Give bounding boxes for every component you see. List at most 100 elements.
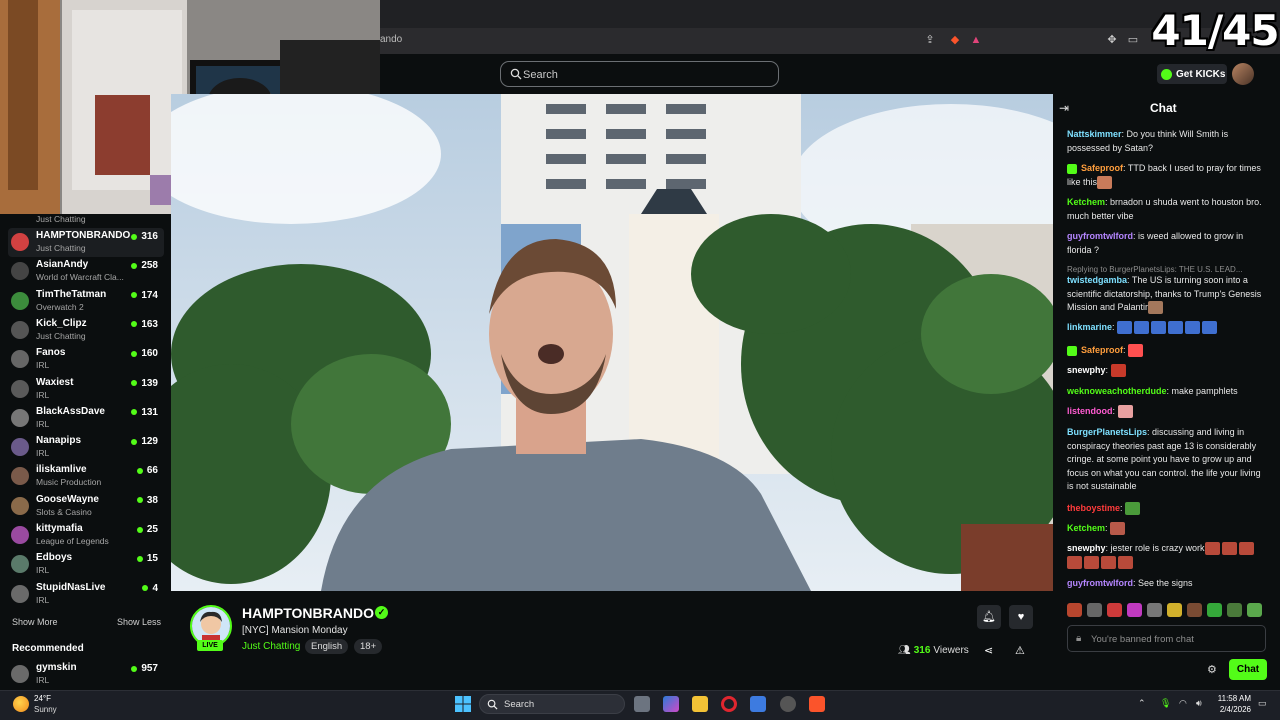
chat-username[interactable]: weknoweachotherdude (1067, 386, 1167, 396)
taskbar-search[interactable]: Search (479, 694, 625, 714)
store-icon[interactable] (750, 696, 766, 712)
sidebar-channel-row[interactable]: BlackAssDave IRL 131 (8, 404, 164, 433)
windows-start-icon[interactable] (455, 696, 471, 712)
chat-username[interactable]: Nattskimmer (1067, 129, 1122, 139)
microphone-icon[interactable]: 🎙︎ (1160, 698, 1171, 709)
viewer-count: 160 (131, 348, 158, 359)
emote-icon[interactable] (1167, 603, 1182, 617)
viewer-count-value: 25 (146, 524, 158, 535)
category-link[interactable]: Just Chatting (242, 641, 300, 652)
viewer-count-value: 38 (146, 494, 158, 506)
live-dot-icon (131, 380, 138, 386)
channel-avatar (11, 555, 29, 574)
sidebar-channel-row[interactable]: Waxiest IRL 139 (8, 375, 164, 404)
channel-category: Just Chatting (36, 330, 86, 341)
viewer-count-value: 316 (913, 645, 931, 656)
sidebar-channel-row[interactable]: HAMPTONBRANDO Just Chatting 316 (8, 228, 164, 257)
video-player[interactable] (171, 94, 1053, 591)
viewer-count: 131 (131, 407, 158, 418)
sidebar-channel-row[interactable]: GooseWayne Slots & Casino 38 (8, 492, 164, 521)
sidebar-channel-row[interactable]: iliskamlive Music Production 66 (8, 462, 164, 491)
wifi-icon[interactable]: ◠ (1179, 698, 1187, 709)
recommended-channel-row[interactable]: gymskin IRL 957 (8, 660, 164, 689)
brave-browser-icon[interactable] (809, 696, 825, 712)
chat-username[interactable]: Ketchem (1067, 523, 1105, 533)
emote-icon[interactable] (1207, 603, 1222, 617)
channel-name: kittymafia (36, 523, 83, 534)
emote-icon[interactable] (1107, 603, 1122, 617)
sidebar-toggle-icon[interactable]: ▭ (1126, 33, 1140, 47)
viewer-count-value: 131 (141, 406, 158, 418)
chat-username[interactable]: Safeproof (1081, 345, 1123, 355)
emote-icon[interactable] (1227, 603, 1242, 617)
live-dot-icon (131, 321, 138, 328)
notification-center-icon[interactable]: ▭ (1258, 698, 1267, 709)
taskbar-search-label: Search (504, 699, 535, 710)
emote-icon[interactable] (1067, 603, 1082, 617)
search-icon (510, 68, 522, 80)
extensions-icon[interactable]: ✥ (1105, 33, 1119, 47)
emote-icon[interactable] (1247, 603, 1262, 617)
sidebar-channel-row[interactable]: Edboys IRL 15 (8, 550, 164, 579)
viewer-count-value: 4 (152, 582, 158, 594)
volume-icon[interactable]: 🔊︎ (1196, 698, 1202, 709)
emote-bar[interactable] (1067, 603, 1267, 617)
chat-username[interactable]: BurgerPlanetsLips (1067, 427, 1147, 437)
chat-input[interactable]: 🔒︎ You're banned from chat (1067, 625, 1266, 652)
chat-username[interactable]: Safeproof (1081, 163, 1123, 173)
channel-name: Fanos (36, 347, 66, 359)
chat-message: Safeproof: (1067, 344, 1267, 358)
sidebar-channel-row[interactable]: Kick_Clipz Just Chatting 163 (8, 316, 164, 345)
emote-icon[interactable] (1147, 603, 1162, 617)
sidebar-channel-row[interactable]: StupidNasLive IRL 4 (8, 580, 164, 609)
notification-button[interactable]: 🔔︎ (977, 605, 1001, 629)
tray-overflow-icon[interactable]: ⌃ (1138, 698, 1146, 709)
sidebar-channel-row[interactable]: kittymafia League of Legends 25 (8, 521, 164, 550)
sidebar-channel-row[interactable]: Nanapips IRL 129 (8, 433, 164, 462)
emote-icon[interactable] (1127, 603, 1142, 617)
task-view-icon[interactable] (634, 696, 650, 712)
emote-icon (1125, 502, 1141, 516)
chat-username[interactable]: twistedgamba (1067, 275, 1127, 285)
chat-username[interactable]: theboystime (1067, 503, 1120, 513)
brave-rewards-icon[interactable]: ▲ (969, 33, 983, 47)
emote-icon[interactable] (1087, 603, 1102, 617)
report-icon[interactable]: ⚠︎ (1015, 644, 1025, 657)
follow-button[interactable]: ♥ (1009, 605, 1033, 629)
tag-language[interactable]: English (305, 639, 349, 654)
show-more-button[interactable]: Show More (12, 617, 58, 627)
tag-age[interactable]: 18+ (354, 639, 383, 654)
copilot-icon[interactable] (663, 696, 679, 712)
sidebar-channel-row[interactable]: TimTheTatman Overwatch 2 174 (8, 287, 164, 316)
chat-send-button[interactable]: Chat (1229, 659, 1267, 680)
get-kicks-button[interactable]: Get KICKs (1157, 64, 1227, 84)
chat-username[interactable]: guyfromtwlford (1067, 578, 1133, 588)
viewer-count-value: 160 (141, 348, 158, 360)
user-avatar[interactable] (1232, 63, 1254, 85)
chat-username[interactable]: guyfromtwlford (1067, 231, 1133, 241)
search-input[interactable]: Search (500, 61, 779, 87)
sidebar-channel-row[interactable]: Fanos IRL 160 (8, 345, 164, 374)
share-icon[interactable]: ⋖ (984, 644, 993, 657)
collapse-chat-icon[interactable]: ⇥ (1059, 101, 1069, 115)
file-explorer-icon[interactable] (692, 696, 708, 712)
gear-icon[interactable]: ⚙ (1207, 663, 1217, 676)
emote-icon[interactable] (1187, 603, 1202, 617)
chat-username[interactable]: snewphy (1067, 543, 1106, 553)
chat-username[interactable]: listendood (1067, 406, 1113, 416)
chat-username[interactable]: linkmarine (1067, 322, 1112, 332)
chat-username[interactable]: snewphy (1067, 365, 1106, 375)
viewer-count: 👥︎ 316 Viewers (898, 645, 969, 656)
sidebar-channel-row[interactable]: AsianAndy World of Warcraft Cla... 258 (8, 257, 164, 286)
show-less-button[interactable]: Show Less (117, 617, 161, 627)
streamer-name[interactable]: HAMPTONBRANDO (242, 605, 374, 621)
chat-username[interactable]: Ketchem (1067, 197, 1105, 207)
opera-icon[interactable] (721, 696, 737, 712)
lock-icon: 🔒︎ (1076, 633, 1082, 644)
brave-shield-icon[interactable]: ◆ (948, 33, 962, 47)
share-icon[interactable]: ⇪ (923, 33, 937, 47)
weather-sun-icon[interactable] (13, 696, 29, 712)
channel-avatar (11, 291, 29, 310)
app-icon[interactable] (780, 696, 796, 712)
address-bar[interactable]: ando ⇪ ◆ ▲ ✥ ▭ (380, 28, 1280, 54)
